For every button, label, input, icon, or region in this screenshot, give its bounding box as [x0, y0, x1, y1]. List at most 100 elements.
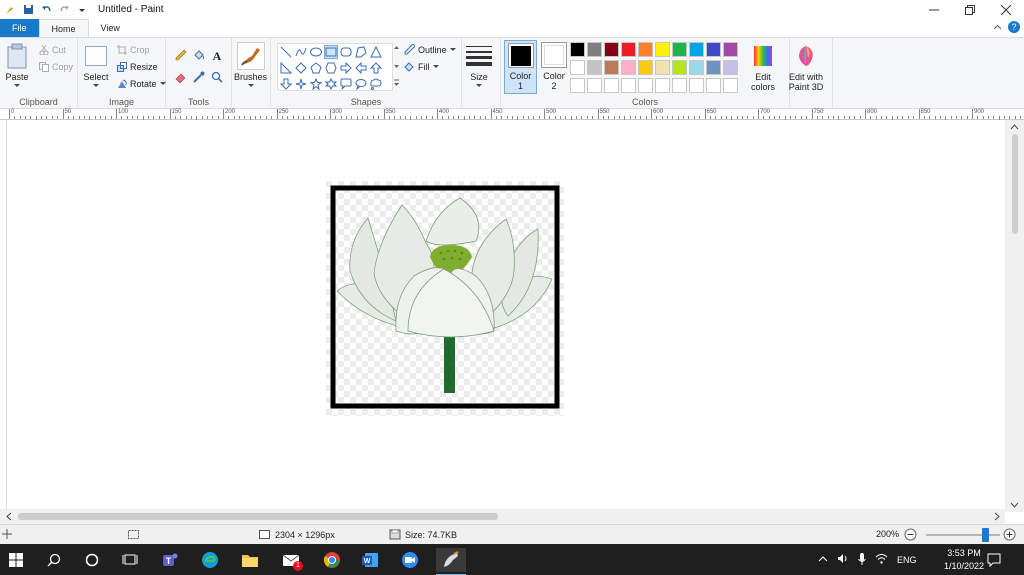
undo-icon[interactable] — [40, 4, 52, 16]
color2-button[interactable]: Color 2 — [540, 42, 568, 91]
paste-button[interactable]: Paste — [4, 42, 30, 88]
scroll-left-icon[interactable] — [3, 509, 15, 524]
shapes-scroll-icon[interactable] — [393, 43, 400, 91]
hexagon-shape-icon[interactable] — [324, 61, 338, 75]
five-point-star-shape-icon[interactable] — [309, 77, 323, 91]
palette-color-swatch[interactable] — [587, 42, 602, 57]
brushes-button[interactable]: Brushes — [234, 42, 267, 88]
text-icon[interactable]: A — [210, 48, 224, 62]
pentagon-shape-icon[interactable] — [309, 61, 323, 75]
edit-paint3d-button[interactable]: Edit with Paint 3D — [786, 42, 826, 92]
palette-color-swatch[interactable] — [570, 78, 585, 93]
microphone-icon[interactable] — [858, 552, 866, 567]
palette-color-swatch[interactable] — [604, 78, 619, 93]
palette-color-swatch[interactable] — [587, 60, 602, 75]
color-picker-icon[interactable] — [192, 70, 206, 84]
palette-color-swatch[interactable] — [672, 42, 687, 57]
restore-button[interactable] — [952, 0, 988, 19]
palette-color-swatch[interactable] — [621, 78, 636, 93]
select-button[interactable]: Select — [83, 42, 109, 88]
magnifier-icon[interactable] — [210, 70, 224, 84]
right-arrow-shape-icon[interactable] — [339, 61, 353, 75]
copy-button[interactable]: Copy — [38, 61, 73, 72]
size-button[interactable]: Size — [466, 42, 492, 88]
rounded-rectangle-shape-icon[interactable] — [339, 45, 353, 59]
pencil-icon[interactable] — [174, 48, 188, 62]
outline-button[interactable]: Outline — [404, 44, 456, 55]
zoom-app-icon[interactable] — [398, 548, 422, 572]
curve-shape-icon[interactable] — [294, 45, 308, 59]
notifications-icon[interactable] — [982, 548, 1006, 572]
palette-color-swatch[interactable] — [604, 60, 619, 75]
down-arrow-shape-icon[interactable] — [279, 77, 293, 91]
palette-color-swatch[interactable] — [638, 60, 653, 75]
teams-icon[interactable]: T — [158, 548, 182, 572]
palette-color-swatch[interactable] — [723, 42, 738, 57]
palette-color-swatch[interactable] — [672, 60, 687, 75]
help-icon[interactable]: ? — [1008, 21, 1020, 35]
volume-icon[interactable] — [837, 553, 849, 566]
save-icon[interactable] — [22, 4, 34, 16]
palette-color-swatch[interactable] — [689, 42, 704, 57]
edge-icon[interactable] — [198, 548, 222, 572]
chrome-icon[interactable] — [320, 548, 344, 572]
windows-start-icon[interactable] — [4, 548, 28, 572]
palette-color-swatch[interactable] — [587, 78, 602, 93]
redo-icon[interactable] — [58, 4, 70, 16]
scroll-down-icon[interactable] — [1005, 500, 1024, 510]
palette-color-swatch[interactable] — [689, 60, 704, 75]
language-indicator[interactable]: ENG — [897, 555, 917, 565]
file-explorer-icon[interactable] — [238, 548, 262, 572]
palette-color-swatch[interactable] — [723, 78, 738, 93]
vertical-scroll-thumb[interactable] — [1012, 134, 1018, 234]
cut-button[interactable]: Cut — [38, 44, 66, 55]
right-triangle-shape-icon[interactable] — [279, 61, 293, 75]
six-point-star-shape-icon[interactable] — [324, 77, 338, 91]
wifi-icon[interactable] — [875, 553, 888, 566]
palette-color-swatch[interactable] — [689, 78, 704, 93]
search-icon[interactable] — [42, 548, 66, 572]
palette-color-swatch[interactable] — [604, 42, 619, 57]
palette-color-swatch[interactable] — [706, 60, 721, 75]
color1-button[interactable]: Color 1 — [504, 40, 537, 94]
clock[interactable]: 3:53 PM 1/10/2022 — [944, 547, 984, 573]
scroll-right-icon[interactable] — [991, 509, 1003, 524]
palette-color-swatch[interactable] — [655, 42, 670, 57]
palette-color-swatch[interactable] — [621, 60, 636, 75]
tab-home[interactable]: Home — [38, 19, 89, 37]
up-arrow-shape-icon[interactable] — [369, 61, 383, 75]
drawing-canvas[interactable] — [326, 181, 564, 416]
oval-callout-shape-icon[interactable] — [354, 77, 368, 91]
rectangle-shape-icon[interactable] — [324, 45, 338, 59]
fill-button[interactable]: Fill — [404, 61, 439, 72]
tab-view[interactable]: View — [89, 19, 132, 37]
palette-color-swatch[interactable] — [706, 78, 721, 93]
palette-color-swatch[interactable] — [621, 42, 636, 57]
rounded-callout-shape-icon[interactable] — [339, 77, 353, 91]
resize-button[interactable]: Resize — [116, 61, 158, 72]
cortana-icon[interactable] — [80, 548, 104, 572]
palette-color-swatch[interactable] — [723, 60, 738, 75]
zoom-slider[interactable] — [926, 528, 1000, 542]
horizontal-scroll-thumb[interactable] — [18, 513, 498, 520]
show-hidden-icons-chevron-icon[interactable] — [818, 555, 828, 565]
zoom-in-button[interactable] — [1003, 528, 1016, 541]
palette-color-swatch[interactable] — [638, 42, 653, 57]
oval-shape-icon[interactable] — [309, 45, 323, 59]
task-view-icon[interactable] — [118, 548, 142, 572]
crop-button[interactable]: Crop — [116, 44, 150, 55]
fill-bucket-icon[interactable] — [192, 48, 206, 62]
zoom-slider-thumb[interactable] — [982, 528, 990, 542]
edit-colors-button[interactable]: Edit colors — [748, 42, 778, 92]
palette-color-swatch[interactable] — [706, 42, 721, 57]
palette-color-swatch[interactable] — [655, 78, 670, 93]
word-icon[interactable]: W — [358, 548, 382, 572]
collapse-ribbon-chevron-icon[interactable] — [993, 23, 1002, 34]
horizontal-scrollbar[interactable] — [0, 509, 1005, 524]
four-point-star-shape-icon[interactable] — [294, 77, 308, 91]
tab-file[interactable]: File — [0, 19, 39, 37]
mail-icon[interactable]: 1 — [279, 548, 303, 572]
customize-toolbar-chevron-icon[interactable] — [76, 4, 88, 16]
palette-color-swatch[interactable] — [672, 78, 687, 93]
eraser-icon[interactable] — [174, 70, 188, 84]
